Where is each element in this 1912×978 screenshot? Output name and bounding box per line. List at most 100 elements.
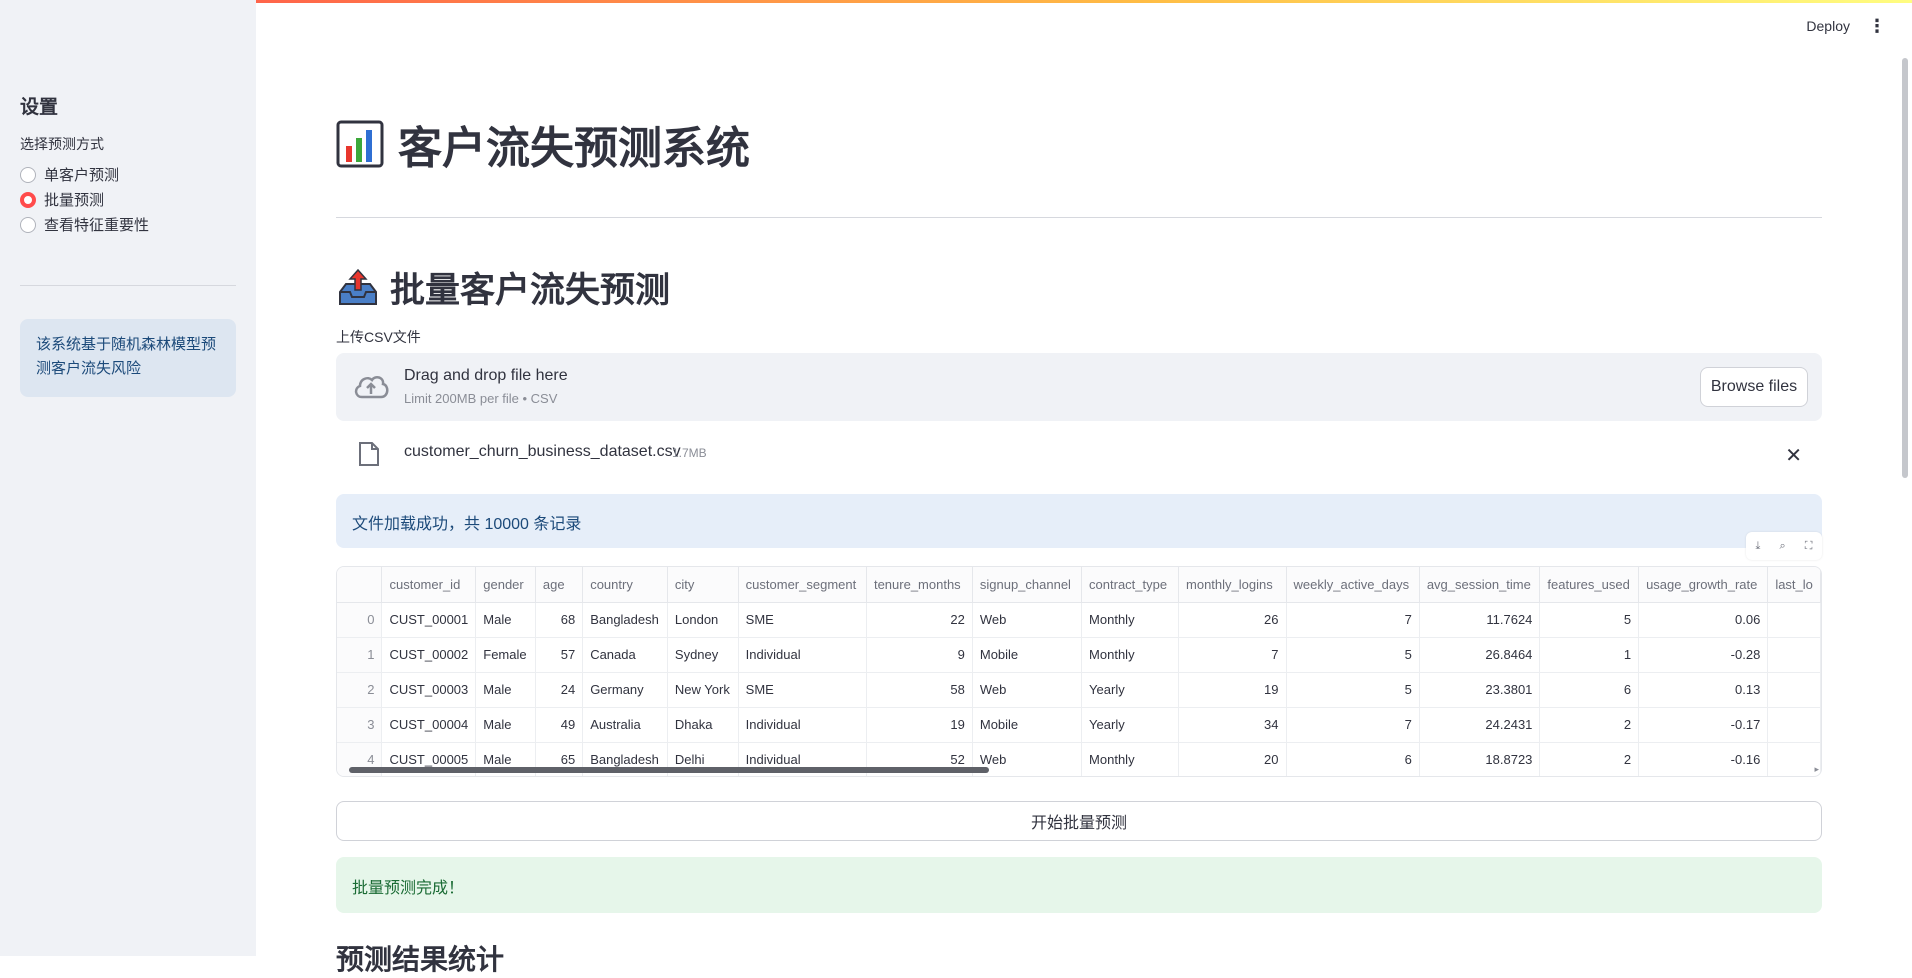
table-cell[interactable]: Sydney [667, 637, 739, 673]
table-cell[interactable]: 68 [535, 602, 584, 638]
table-cell[interactable]: Monthly [1081, 637, 1180, 673]
horizontal-scrollbar[interactable] [349, 767, 989, 773]
table-column-header[interactable]: gender [475, 567, 536, 603]
table-row[interactable]: 0 CUST_00001 Male 68 Bangladesh London SME 22 We… [337, 602, 1821, 638]
table-cell[interactable] [1767, 707, 1821, 743]
table-cell[interactable]: Web [972, 742, 1083, 776]
table-cell[interactable]: -0.17 [1638, 707, 1769, 743]
row-index-cell[interactable]: 1 [337, 637, 383, 673]
table-cell[interactable]: Dhaka [667, 707, 739, 743]
remove-file-icon[interactable]: ✕ [1785, 443, 1802, 468]
table-cell[interactable]: Germany [582, 672, 668, 708]
table-cell[interactable]: Web [972, 672, 1083, 708]
table-cell[interactable]: Female [475, 637, 536, 673]
table-column-header[interactable]: city [667, 567, 739, 603]
table-cell[interactable]: 24 [535, 672, 584, 708]
table-column-header[interactable]: last_lo [1767, 567, 1821, 603]
table-column-header[interactable]: customer_id [381, 567, 477, 603]
table-cell[interactable]: Web [972, 602, 1083, 638]
table-cell[interactable] [1767, 672, 1821, 708]
table-cell[interactable]: London [667, 602, 739, 638]
table-cell[interactable]: Yearly [1081, 672, 1180, 708]
radio-feature-importance[interactable]: 查看特征重要性 [20, 214, 149, 235]
table-cell[interactable]: Male [475, 672, 536, 708]
table-cell[interactable]: 26 [1178, 602, 1287, 638]
table-cell[interactable]: -0.16 [1638, 742, 1769, 776]
table-cell[interactable]: 0.06 [1638, 602, 1769, 638]
row-index-cell[interactable]: 2 [337, 672, 383, 708]
row-index-cell[interactable]: 3 [337, 707, 383, 743]
table-cell[interactable]: 23.3801 [1419, 672, 1541, 708]
table-cell[interactable]: 24.2431 [1419, 707, 1541, 743]
table-cell[interactable]: Monthly [1081, 602, 1180, 638]
table-column-header[interactable]: features_used [1539, 567, 1640, 603]
table-cell[interactable]: Mobile [972, 637, 1083, 673]
table-cell[interactable]: Monthly [1081, 742, 1180, 776]
table-cell[interactable]: Mobile [972, 707, 1083, 743]
table-row[interactable]: 1 CUST_00002 Female 57 Canada Sydney Individua… [337, 637, 1821, 673]
table-cell[interactable]: 2 [1539, 742, 1640, 776]
table-cell[interactable]: 18.8723 [1419, 742, 1541, 776]
start-batch-prediction-button[interactable]: 开始批量预测 [336, 801, 1822, 841]
table-column-header[interactable]: age [535, 567, 584, 603]
table-cell[interactable]: Bangladesh [582, 602, 668, 638]
main-menu-icon[interactable]: ⋮ [1868, 17, 1886, 35]
table-cell[interactable]: 26.8464 [1419, 637, 1541, 673]
table-column-header[interactable]: avg_session_time [1419, 567, 1541, 603]
table-column-header[interactable]: contract_type [1081, 567, 1180, 603]
deploy-button[interactable]: Deploy [1806, 18, 1850, 34]
table-row[interactable]: 3 CUST_00004 Male 49 Australia Dhaka Individua… [337, 707, 1821, 743]
table-cell[interactable]: 7 [1286, 707, 1420, 743]
fullscreen-icon[interactable]: ⛶ [1805, 540, 1813, 553]
table-cell[interactable]: SME [738, 602, 867, 638]
table-cell[interactable]: 6 [1286, 742, 1420, 776]
table-cell[interactable]: Individual [738, 707, 867, 743]
table-cell[interactable]: 5 [1286, 637, 1420, 673]
table-cell[interactable]: CUST_00002 [381, 637, 477, 673]
table-cell[interactable]: New York [667, 672, 739, 708]
table-cell[interactable]: CUST_00004 [381, 707, 477, 743]
table-cell[interactable]: Male [475, 707, 536, 743]
radio-batch-prediction[interactable]: 批量预测 [20, 189, 104, 210]
table-cell[interactable]: CUST_00003 [381, 672, 477, 708]
table-column-header[interactable]: country [582, 567, 668, 603]
table-column-header[interactable]: usage_growth_rate [1638, 567, 1769, 603]
table-cell[interactable]: 7 [1286, 602, 1420, 638]
table-cell[interactable]: 19 [866, 707, 973, 743]
table-cell[interactable]: CUST_00001 [381, 602, 477, 638]
table-cell[interactable]: SME [738, 672, 867, 708]
table-cell[interactable]: 9 [866, 637, 973, 673]
table-column-header[interactable]: signup_channel [972, 567, 1083, 603]
table-cell[interactable]: Individual [738, 637, 867, 673]
table-cell[interactable]: 7 [1178, 637, 1287, 673]
table-cell[interactable] [1767, 742, 1821, 776]
table-cell[interactable]: 5 [1539, 602, 1640, 638]
radio-single-prediction[interactable]: 单客户预测 [20, 164, 119, 185]
table-cell[interactable]: 5 [1286, 672, 1420, 708]
table-column-header[interactable]: tenure_months [866, 567, 973, 603]
table-cell[interactable]: 1 [1539, 637, 1640, 673]
browse-files-button[interactable]: Browse files [1700, 367, 1808, 407]
table-cell[interactable]: 6 [1539, 672, 1640, 708]
scroll-right-icon[interactable]: ▸ [1814, 764, 1819, 775]
table-cell[interactable]: Male [475, 602, 536, 638]
table-column-header[interactable]: monthly_logins [1178, 567, 1287, 603]
table-cell[interactable] [1767, 637, 1821, 673]
table-cell[interactable] [1767, 602, 1821, 638]
table-column-header[interactable] [337, 567, 383, 603]
table-cell[interactable]: 2 [1539, 707, 1640, 743]
table-cell[interactable]: 19 [1178, 672, 1287, 708]
download-icon[interactable]: ⤓ [1756, 540, 1761, 553]
table-cell[interactable]: Australia [582, 707, 668, 743]
table-cell[interactable]: 20 [1178, 742, 1287, 776]
table-cell[interactable]: 49 [535, 707, 584, 743]
table-cell[interactable]: 58 [866, 672, 973, 708]
table-cell[interactable]: 57 [535, 637, 584, 673]
search-icon[interactable]: ⌕ [1779, 540, 1785, 553]
file-dropzone[interactable]: Drag and drop file here Limit 200MB per … [336, 353, 1822, 421]
table-cell[interactable]: 0.13 [1638, 672, 1769, 708]
table-row[interactable]: 2 CUST_00003 Male 24 Germany New York SME 58 Web… [337, 672, 1821, 708]
table-cell[interactable]: 11.7624 [1419, 602, 1541, 638]
table-cell[interactable]: 34 [1178, 707, 1287, 743]
table-cell[interactable]: Yearly [1081, 707, 1180, 743]
